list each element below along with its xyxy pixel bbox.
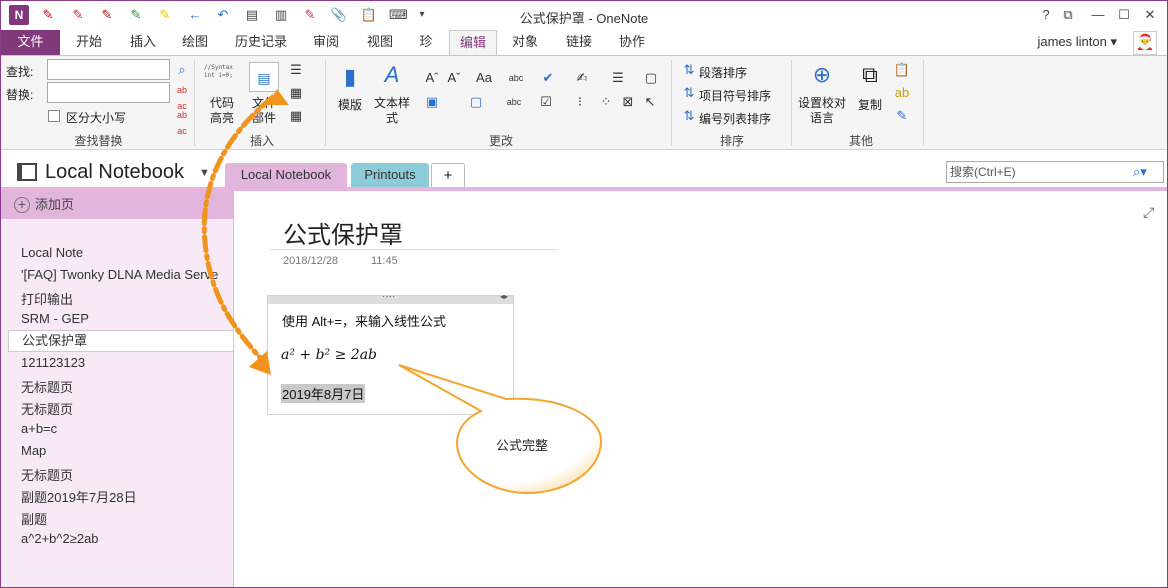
- annotation-arrow: [201, 94, 276, 364]
- callout-text: 公式完整: [496, 438, 549, 453]
- annotation-overlay: [201, 89, 603, 495]
- callout-bubble: [398, 364, 603, 495]
